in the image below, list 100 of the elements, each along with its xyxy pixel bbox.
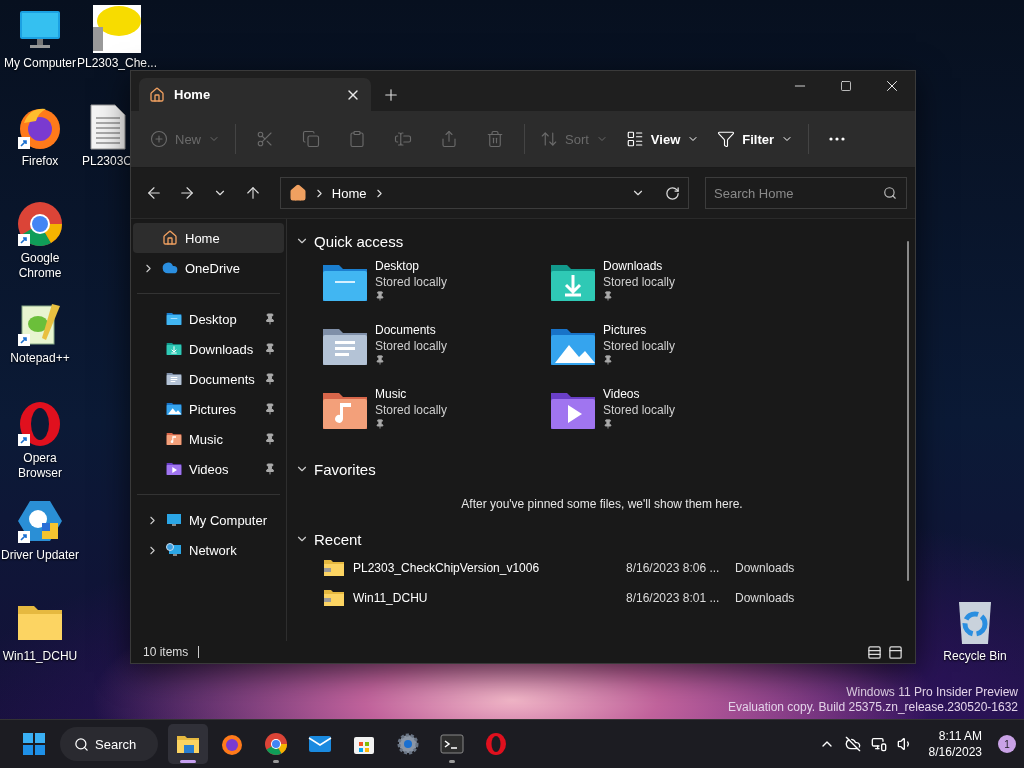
taskbar-app-button[interactable] bbox=[168, 724, 208, 764]
windows-logo-icon bbox=[23, 733, 45, 755]
desktop-icon-label[interactable]: PL2303C bbox=[82, 154, 133, 169]
more-icon bbox=[829, 137, 846, 141]
shortcut-arrow-icon bbox=[18, 434, 30, 446]
desktop-icon-label[interactable]: Recycle Bin bbox=[943, 649, 1007, 664]
chrome-icon bbox=[16, 200, 64, 248]
running-indicator bbox=[180, 760, 196, 763]
scroll-bar[interactable] bbox=[907, 241, 909, 581]
trash-icon bbox=[486, 130, 504, 148]
zip-folder-icon bbox=[323, 588, 345, 608]
picture-folder-icon bbox=[166, 401, 182, 417]
shortcut-arrow-icon bbox=[18, 531, 30, 543]
desktop-icon-label[interactable]: PL2303_Che... bbox=[76, 56, 158, 71]
quick-access-item[interactable]: Videos Stored locally bbox=[549, 387, 777, 451]
recent-file-row[interactable]: Win11_DCHU 8/16/2023 8:01 ... Downloads bbox=[295, 583, 915, 613]
quick-access-item[interactable]: Documents Stored locally bbox=[321, 323, 549, 387]
terminal-icon bbox=[440, 732, 464, 756]
evaluation-notice: Evaluation copy. Build 25375.zn_release.230520-1632 bbox=[728, 700, 1018, 715]
view-icon bbox=[625, 130, 644, 148]
quick-access-item[interactable]: Pictures Stored locally bbox=[549, 323, 777, 387]
desktop-icon-label[interactable]: My Computer bbox=[4, 56, 76, 71]
home-icon bbox=[149, 86, 165, 103]
pin-icon bbox=[264, 343, 276, 355]
copy-icon bbox=[302, 130, 320, 148]
desktop-icon-label[interactable]: Opera Browser bbox=[0, 451, 80, 481]
search-icon bbox=[883, 186, 898, 200]
desktop-icon-label[interactable]: Driver Updater bbox=[1, 548, 79, 563]
shortcut-arrow-icon bbox=[18, 234, 30, 246]
details-view-icon[interactable] bbox=[867, 644, 882, 660]
notification-badge[interactable]: 1 bbox=[998, 735, 1016, 753]
quick-access-item[interactable]: Downloads Stored locally bbox=[549, 259, 777, 323]
desktop-icon-label[interactable]: Notepad++ bbox=[10, 351, 70, 366]
clipboard-icon bbox=[348, 130, 366, 148]
gear-icon bbox=[396, 732, 420, 756]
item-count: 10 items bbox=[143, 645, 189, 659]
breadcrumb[interactable]: Home bbox=[331, 185, 367, 201]
quick-access-item[interactable]: Desktop Stored locally bbox=[321, 259, 549, 323]
refresh-icon[interactable] bbox=[665, 185, 681, 201]
filter-icon bbox=[717, 130, 736, 148]
desktop-icon-label[interactable]: Win11_DCHU bbox=[2, 649, 78, 664]
document-folder-icon bbox=[166, 371, 182, 387]
sidebar-item[interactable]: OneDrive bbox=[133, 253, 284, 283]
sidebar-item[interactable]: Downloads bbox=[137, 334, 280, 364]
desktop-folder-icon bbox=[166, 311, 182, 327]
video-folder-icon bbox=[166, 461, 182, 477]
home-icon bbox=[288, 184, 307, 202]
search-icon bbox=[74, 736, 89, 752]
recent-file-row[interactable]: PL2303_CheckChipVersion_v1006 8/16/2023 8:06 ... Downloads bbox=[295, 553, 915, 583]
sidebar-item[interactable]: My Computer bbox=[137, 505, 280, 535]
opera-icon bbox=[484, 732, 508, 756]
quick-access-item[interactable]: Music Stored locally bbox=[321, 387, 549, 451]
download-folder-icon bbox=[166, 341, 182, 357]
search-field[interactable]: Search Home bbox=[705, 177, 908, 209]
pin-icon bbox=[264, 463, 276, 475]
empty-message: After you've pinned some files, we'll show them here. bbox=[461, 497, 743, 511]
home-icon bbox=[162, 230, 178, 246]
sidebar-item[interactable]: Home bbox=[133, 223, 284, 253]
cloud-icon bbox=[162, 260, 178, 276]
shortcut-arrow-icon bbox=[18, 137, 30, 149]
chrome-icon bbox=[264, 732, 288, 756]
tiles-view-icon[interactable] bbox=[888, 644, 903, 660]
filter-button[interactable]: Filter bbox=[708, 121, 803, 157]
pin-icon bbox=[264, 403, 276, 415]
pin-icon bbox=[264, 433, 276, 445]
evaluation-notice: Windows 11 Pro Insider Preview bbox=[846, 685, 1018, 700]
sidebar-item[interactable]: Network bbox=[137, 535, 280, 565]
tab[interactable]: Home bbox=[139, 78, 371, 111]
monitor-icon bbox=[166, 512, 182, 528]
plus-circle-icon bbox=[150, 130, 168, 148]
view-button[interactable]: View bbox=[616, 121, 709, 157]
share-icon bbox=[440, 130, 458, 148]
running-indicator bbox=[273, 760, 279, 763]
music-folder-icon bbox=[166, 431, 182, 447]
search-button[interactable]: Search bbox=[60, 727, 158, 761]
image-thumbnail-icon bbox=[93, 5, 141, 53]
sidebar-item[interactable]: Documents bbox=[137, 364, 280, 394]
section-heading: Recent bbox=[314, 530, 362, 548]
address-bar[interactable]: Home bbox=[279, 177, 690, 209]
section-heading: Favorites bbox=[314, 460, 376, 478]
pin-icon bbox=[264, 313, 276, 325]
running-indicator bbox=[449, 760, 455, 763]
zip-folder-icon bbox=[323, 558, 345, 578]
desktop-icon-label[interactable]: Google Chrome bbox=[0, 251, 80, 281]
scissors-icon bbox=[256, 130, 274, 148]
desktop-icon-label[interactable]: Firefox bbox=[21, 154, 59, 169]
sidebar-item[interactable]: Pictures bbox=[137, 394, 280, 424]
pin-icon bbox=[264, 373, 276, 385]
network-icon[interactable] bbox=[870, 736, 887, 752]
cloud-off-icon[interactable] bbox=[844, 736, 861, 752]
rename-icon bbox=[394, 130, 412, 148]
sidebar-item[interactable]: Videos bbox=[137, 454, 280, 484]
network-icon bbox=[166, 542, 182, 558]
firefox-icon bbox=[220, 732, 244, 756]
clock[interactable]: 8:11 AM 8/16/2023 bbox=[928, 728, 982, 760]
sidebar-item[interactable]: Music bbox=[137, 424, 280, 454]
sidebar-item[interactable]: Desktop bbox=[137, 304, 280, 334]
section-heading: Quick access bbox=[314, 232, 404, 250]
shortcut-arrow-icon bbox=[18, 334, 30, 346]
sort-icon bbox=[540, 130, 558, 148]
